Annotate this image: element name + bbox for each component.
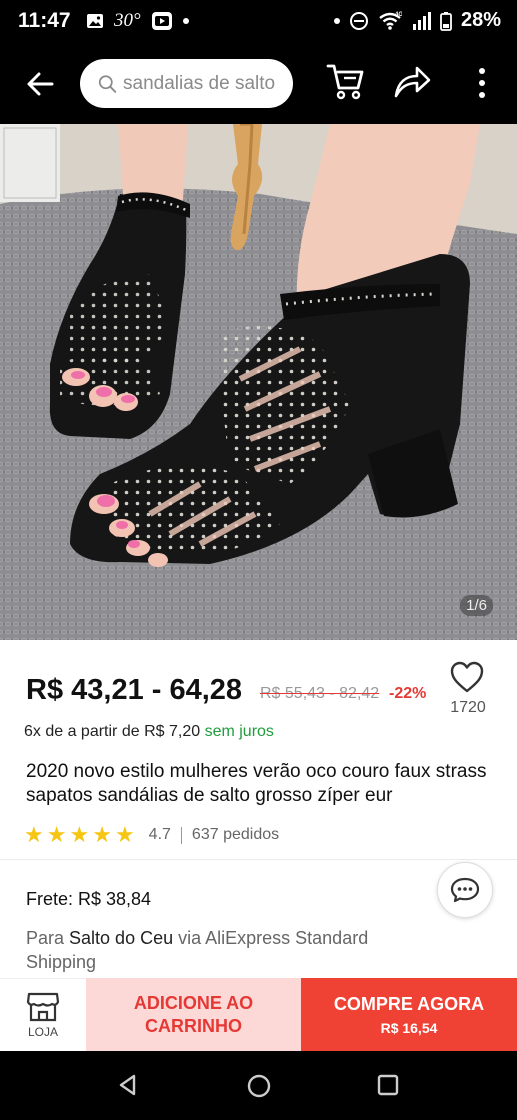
star-icon: ★ <box>114 822 135 847</box>
search-icon <box>98 74 117 93</box>
battery-icon <box>440 11 452 31</box>
cart-icon[interactable] <box>326 62 364 102</box>
product-image[interactable] <box>0 124 517 640</box>
nav-recents-icon[interactable] <box>376 1073 400 1097</box>
installments-info: 6x de a partir de R$ 7,20 sem juros <box>24 723 274 741</box>
video-notification-icon <box>151 12 172 30</box>
interest-free-label: sem juros <box>204 723 274 740</box>
store-label: LOJA <box>27 1025 58 1039</box>
status-dot <box>333 17 340 24</box>
signal-icon <box>412 11 431 30</box>
status-bar: 11:47 30° 4G 28% <box>0 0 517 44</box>
search-input[interactable] <box>123 72 293 95</box>
more-vertical-icon[interactable] <box>470 66 494 102</box>
add-to-cart-button[interactable]: ADICIONE AO CARRINHO <box>86 978 301 1051</box>
status-left-icons: 30° <box>86 10 189 32</box>
wishlist-count: 1720 <box>450 699 486 716</box>
system-nav-bar <box>0 1051 517 1120</box>
installments-text: 6x de a partir de R$ 7,20 <box>24 723 201 740</box>
nav-home-icon[interactable] <box>246 1073 272 1099</box>
product-title[interactable]: 2020 novo estilo mulheres verão oco cour… <box>26 760 496 808</box>
dnd-icon <box>349 11 368 30</box>
star-icon: ★ <box>69 822 90 847</box>
chat-button[interactable] <box>437 862 493 918</box>
buy-now-label: COMPRE AGORA <box>333 993 485 1014</box>
top-bar <box>0 44 517 124</box>
shipping-prefix: Para <box>26 928 70 948</box>
wifi-icon: 4G <box>379 12 402 30</box>
buy-now-price: R$ 16,54 <box>380 1019 438 1036</box>
star-icon: ★ <box>46 822 67 847</box>
add-to-cart-label: ADICIONE AO CARRINHO <box>133 992 254 1036</box>
back-arrow-icon[interactable] <box>22 66 58 102</box>
star-icon: ★ <box>92 822 112 847</box>
store-icon <box>26 992 60 1022</box>
shipping-fee: Frete: R$ 38,84 <box>26 889 152 909</box>
nav-back-icon[interactable] <box>116 1073 140 1097</box>
chat-icon <box>450 877 480 903</box>
product-info: R$ 43,21 - 64,28 R$ 55,43 - 82,42 -22% 1… <box>0 640 517 978</box>
bottom-action-bar: LOJA ADICIONE AO CARRINHO COMPRE AGORA R… <box>0 978 517 1051</box>
product-gallery[interactable]: 1/6 <box>0 124 517 640</box>
gallery-notification-icon <box>87 14 103 28</box>
status-right-icons: 4G 28% <box>333 9 501 32</box>
rating-score: 4.7 <box>148 826 171 843</box>
shipping-destination: Salto do Ceu <box>69 928 174 948</box>
battery-percent: 28% <box>460 9 501 31</box>
original-price: R$ 55,43 - 82,42 <box>260 685 380 702</box>
rating-stars: ★ ★ ★ ★ ★ <box>24 822 135 848</box>
rating-row[interactable]: ★ ★ ★ ★ ★ 4.7 637 pedidos <box>24 822 279 848</box>
search-bar[interactable] <box>80 59 293 108</box>
section-divider <box>0 859 517 860</box>
status-time: 11:47 <box>18 9 71 32</box>
svg-text:4G: 4G <box>395 12 402 18</box>
orders-count: 637 pedidos <box>191 826 280 843</box>
star-icon: ★ <box>24 822 44 847</box>
status-temperature: 30° <box>114 10 141 31</box>
divider <box>180 826 182 844</box>
heart-icon[interactable] <box>449 660 485 694</box>
store-button[interactable]: LOJA <box>0 978 86 1051</box>
price-range: R$ 43,21 - 64,28 <box>26 674 243 706</box>
notification-dot <box>182 18 189 24</box>
shipping-info[interactable]: Para Salto do Ceu via AliExpress Standar… <box>26 926 426 974</box>
share-icon[interactable] <box>393 64 431 100</box>
discount-badge: -22% <box>389 685 427 702</box>
image-counter: 1/6 <box>460 595 493 616</box>
buy-now-button[interactable]: COMPRE AGORA R$ 16,54 <box>301 978 517 1051</box>
